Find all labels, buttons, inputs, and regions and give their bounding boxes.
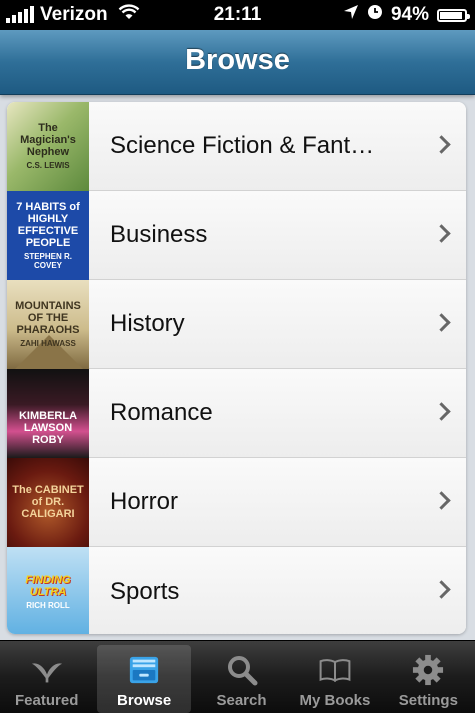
tab-bar: Featured Browse Search My Books Settings: [0, 640, 475, 713]
my-books-icon: [319, 654, 351, 686]
status-right: 94%: [343, 4, 470, 26]
category-row-horror[interactable]: The CABINET of DR. CALIGARI Horror: [7, 457, 466, 547]
tab-browse[interactable]: Browse: [97, 645, 191, 713]
cover-title: MOUNTAINS OF THE PHARAOHS: [15, 300, 81, 336]
tab-my-books[interactable]: My Books: [288, 641, 381, 713]
page-title: Browse: [185, 44, 290, 76]
cover-author: RICH ROLL: [26, 600, 70, 610]
tab-settings[interactable]: Settings: [382, 641, 475, 713]
battery-percent: 94%: [390, 4, 429, 25]
tab-label: Settings: [398, 692, 458, 709]
location-arrow-icon: [343, 4, 359, 26]
search-icon: [226, 654, 258, 686]
tab-label: My Books: [299, 692, 371, 709]
featured-icon: [31, 654, 63, 686]
cover-title: KIMBERLA LAWSON ROBY: [18, 410, 78, 446]
category-label: Business: [110, 221, 208, 248]
category-list: The Magician's Nephew C.S. LEWIS Science…: [7, 102, 466, 634]
tab-label: Search: [216, 692, 267, 709]
book-cover-image: FINDING ULTRA RICH ROLL: [7, 547, 89, 634]
category-row-romance[interactable]: KIMBERLA LAWSON ROBY Romance: [7, 368, 466, 458]
category-row-history[interactable]: MOUNTAINS OF THE PHARAOHS ZAHI HAWASS Hi…: [7, 279, 466, 369]
book-cover-image: KIMBERLA LAWSON ROBY: [7, 368, 89, 458]
book-cover-image: 7 HABITS of HIGHLY EFFECTIVE PEOPLE STEP…: [7, 190, 89, 280]
category-label: Science Fiction & Fant…: [110, 132, 375, 159]
cover-author: C.S. LEWIS: [26, 161, 70, 170]
book-cover-image: MOUNTAINS OF THE PHARAOHS ZAHI HAWASS: [7, 279, 89, 369]
chevron-right-icon: [432, 580, 451, 599]
category-label: Sports: [110, 577, 180, 605]
battery-fill: [440, 11, 463, 19]
cover-title: The Magician's Nephew: [20, 122, 76, 158]
category-label: Horror: [110, 488, 179, 515]
category-row-sports[interactable]: FINDING ULTRA RICH ROLL Sports: [7, 547, 466, 634]
tab-label: Browse: [117, 692, 172, 709]
chevron-right-icon: [432, 402, 451, 421]
category-label: History: [110, 310, 185, 337]
settings-icon: [412, 654, 444, 686]
cover-author: STEPHEN R. COVEY: [23, 251, 72, 270]
cover-title: The CABINET of DR. CALIGARI: [12, 484, 84, 520]
tab-search[interactable]: Search: [195, 641, 288, 713]
book-cover-image: The CABINET of DR. CALIGARI: [7, 457, 89, 547]
chevron-right-icon: [432, 491, 451, 510]
cover-title: FINDING ULTRA: [25, 573, 71, 598]
chevron-right-icon: [432, 313, 451, 332]
cover-author: ZAHI HAWASS: [20, 339, 76, 348]
tab-featured[interactable]: Featured: [0, 641, 93, 713]
chevron-right-icon: [432, 135, 451, 154]
cover-title: 7 HABITS of HIGHLY EFFECTIVE PEOPLE: [16, 200, 80, 249]
category-row-business[interactable]: 7 HABITS of HIGHLY EFFECTIVE PEOPLE STEP…: [7, 190, 466, 280]
category-row-science-fiction[interactable]: The Magician's Nephew C.S. LEWIS Science…: [7, 102, 466, 191]
category-label: Romance: [110, 399, 213, 426]
battery-icon: [437, 8, 470, 22]
status-bar: Verizon 21:11 94%: [0, 0, 475, 30]
browse-icon: [128, 654, 160, 686]
tab-label: Featured: [15, 692, 79, 709]
chevron-right-icon: [432, 224, 451, 243]
book-cover-image: The Magician's Nephew C.S. LEWIS: [7, 102, 89, 191]
navigation-bar: Browse: [0, 30, 475, 95]
alarm-clock-icon: [367, 4, 383, 26]
